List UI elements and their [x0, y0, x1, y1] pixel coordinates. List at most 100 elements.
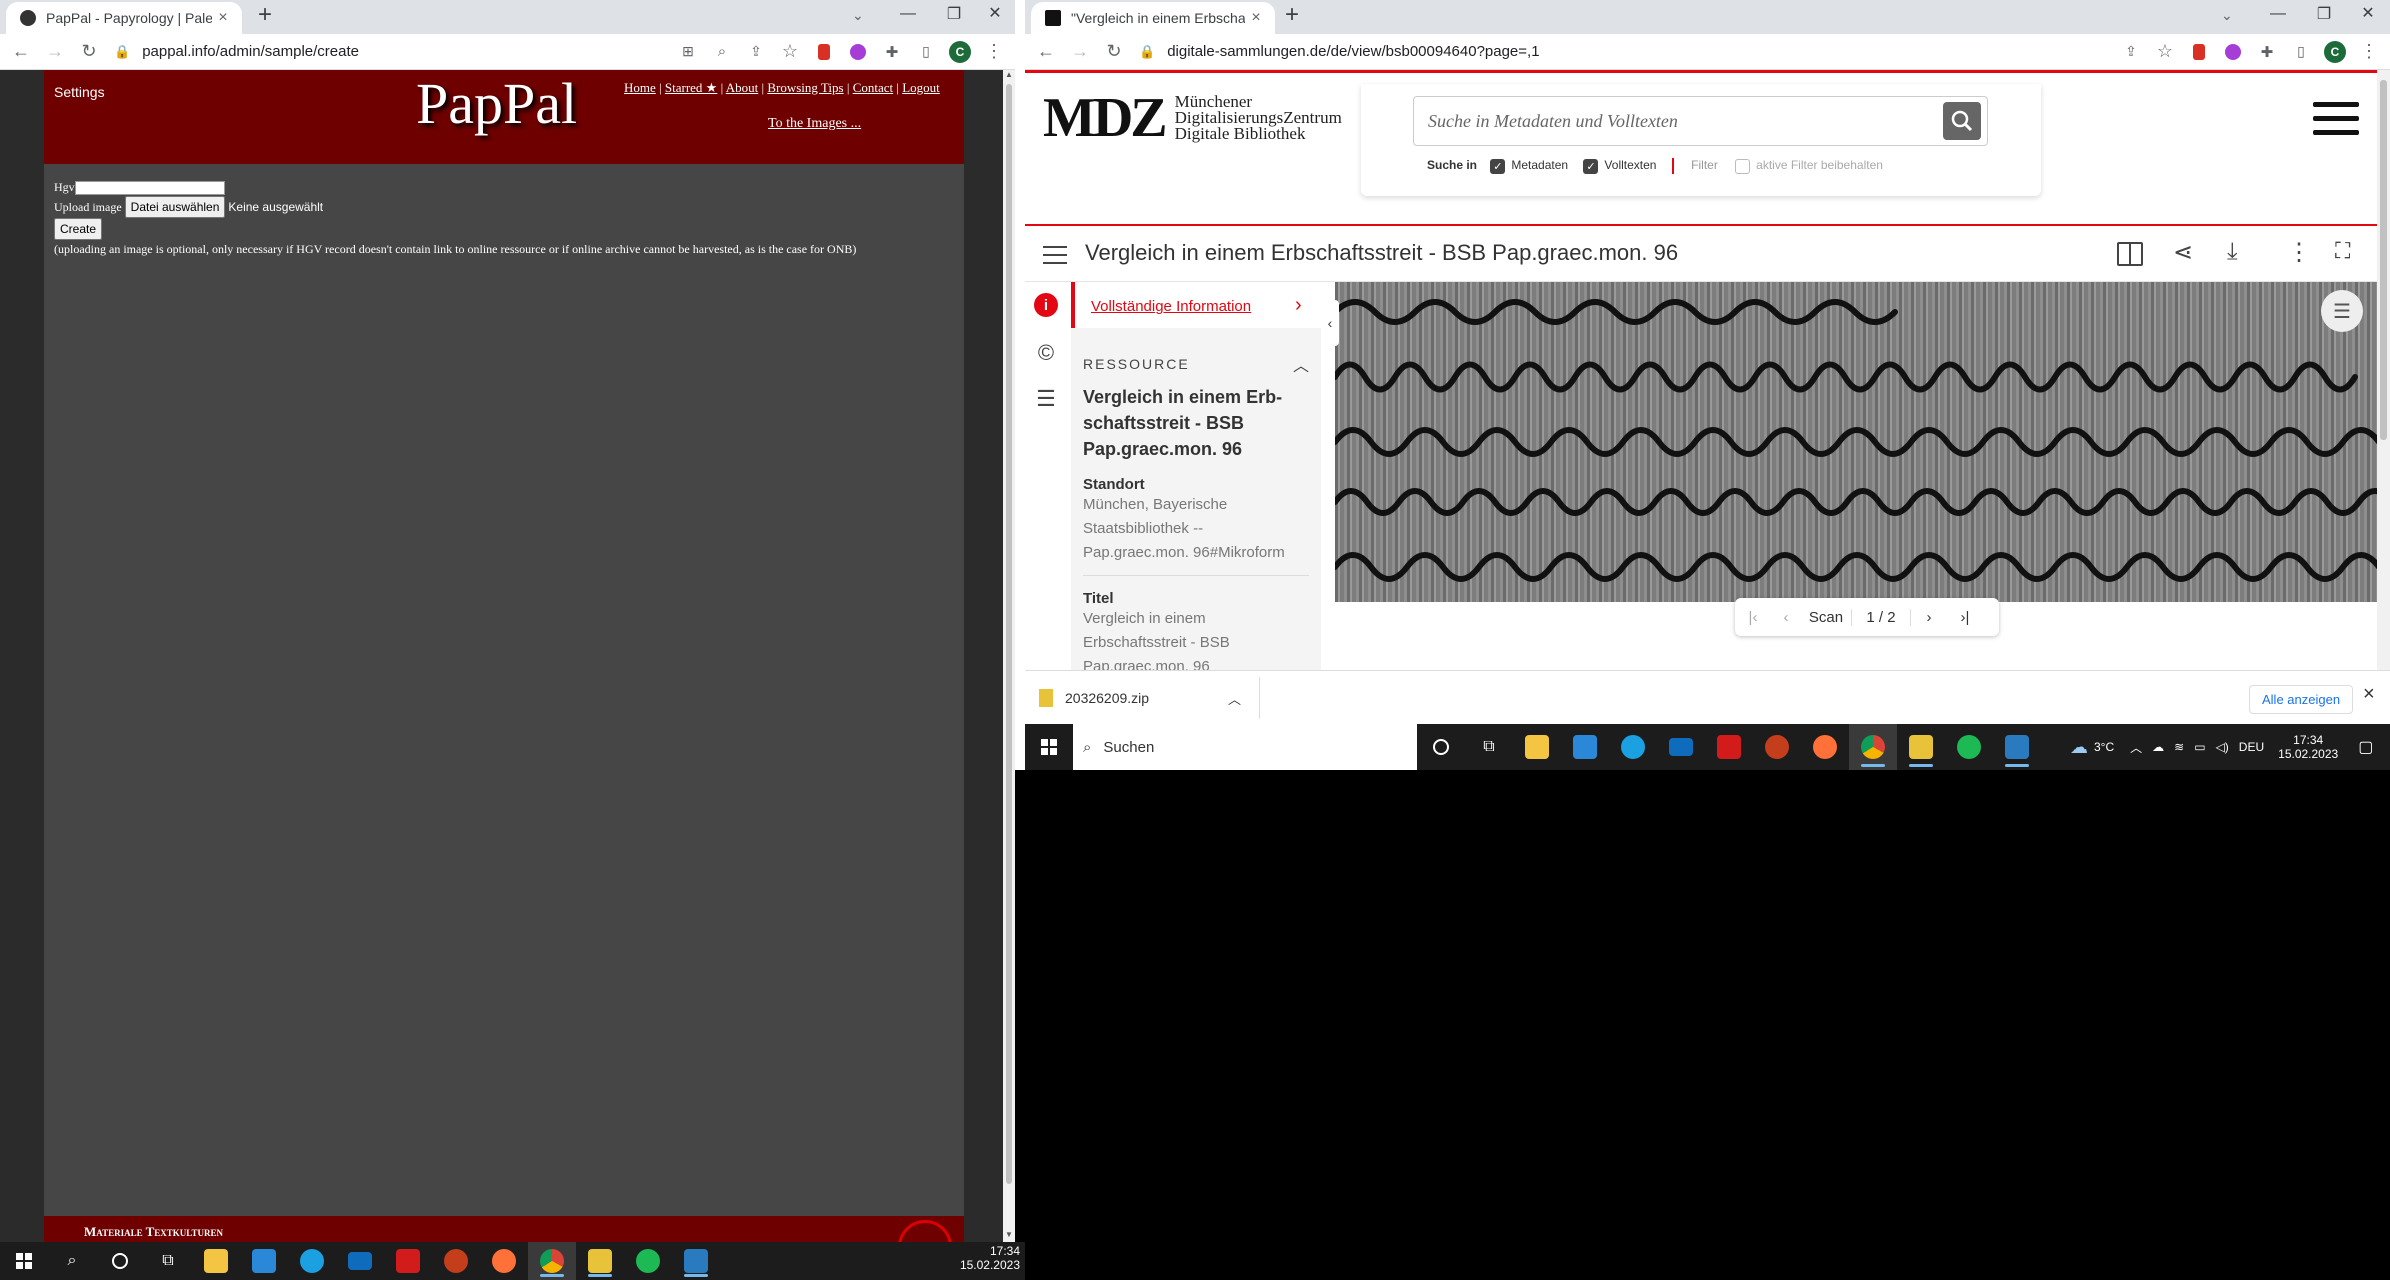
download-item[interactable]: 20326209.zip ︿ [1039, 683, 1241, 713]
chrome-icon[interactable] [1849, 724, 1897, 770]
powerpoint-icon[interactable] [432, 1242, 480, 1280]
reload-icon[interactable]: ↻ [1097, 35, 1131, 69]
toc-icon[interactable]: ☰ [1033, 386, 1059, 412]
menu-kebab-icon[interactable]: ⋮ [977, 35, 1011, 69]
start-windows-icon[interactable] [0, 1242, 48, 1280]
left-scrollbar-thumb-handle[interactable] [1006, 84, 1012, 1184]
tab-search-icon[interactable]: ⌄ [852, 7, 864, 24]
edge-icon[interactable] [1609, 724, 1657, 770]
forward-icon[interactable]: → [1063, 35, 1097, 69]
profile-avatar[interactable]: C [2318, 35, 2352, 69]
spotify-icon[interactable] [624, 1242, 672, 1280]
spotify-icon[interactable] [1945, 724, 1993, 770]
side-panel-icon[interactable]: ▯ [2284, 35, 2318, 69]
mdz-logo[interactable]: MDZ Münchener DigitalisierungsZentrum Di… [1043, 90, 1342, 146]
left-tab-pappal[interactable]: PapPal - Papyrology | Paleograph × [6, 2, 242, 34]
left-clock[interactable]: 17:34 15.02.2023 [960, 1244, 1020, 1272]
download-icon[interactable]: ⤓ [2227, 238, 2238, 266]
nav-about[interactable]: About [726, 80, 759, 95]
taskbar-search-box[interactable]: ⌕ Suchen [1073, 724, 1417, 770]
first-page-icon[interactable]: |‹ [1735, 609, 1771, 626]
full-info-link[interactable]: Vollständige Information [1091, 298, 1251, 315]
page-input[interactable]: 1 / 2 [1851, 608, 1911, 626]
profile-avatar[interactable]: C [943, 35, 977, 69]
mdz-search-input[interactable]: Suche in Metadaten und Volltexten [1414, 111, 1943, 132]
chevron-up-icon[interactable]: ︿ [1293, 352, 1309, 376]
right-scrollbar[interactable] [2377, 70, 2390, 670]
notes-icon[interactable] [1897, 724, 1945, 770]
address-bar[interactable]: 🔒 pappal.info/admin/sample/create [106, 35, 671, 69]
cortana-icon[interactable] [1417, 724, 1465, 770]
mail-icon[interactable] [336, 1242, 384, 1280]
pappal-logo[interactable]: PapPal [416, 70, 577, 137]
extension-purple-icon[interactable] [841, 35, 875, 69]
viewer-menu-icon[interactable] [1043, 246, 1067, 264]
close-tab-icon[interactable]: × [1245, 9, 1267, 27]
firefox-icon[interactable] [1801, 724, 1849, 770]
store-icon[interactable] [1561, 724, 1609, 770]
extensions-puzzle-icon[interactable]: ✚ [875, 35, 909, 69]
zoom-icon[interactable]: ⌕ [705, 35, 739, 69]
scroll-down-arrow-icon[interactable]: ▼ [1005, 1230, 1013, 1239]
file-choose-button[interactable]: Datei auswählen [124, 196, 226, 218]
restore-icon[interactable]: ❐ [931, 4, 977, 24]
store-icon[interactable] [240, 1242, 288, 1280]
task-view-icon[interactable]: ⧉ [144, 1242, 192, 1280]
battery-icon[interactable]: ▭ [2194, 740, 2205, 754]
extension-red-icon[interactable] [2182, 35, 2216, 69]
viewer-canvas[interactable]: ‹ ☰ |‹ ‹ Scan 1 / 2 › ›| [1321, 282, 2377, 670]
filter-label[interactable]: Filter [1691, 158, 1718, 172]
to-images-link[interactable]: To the Images ... [768, 116, 861, 132]
explorer-icon[interactable] [192, 1242, 240, 1280]
share-icon[interactable]: ⇪ [739, 35, 773, 69]
bookmark-star-icon[interactable]: ☆ [2148, 35, 2182, 69]
nav-starred[interactable]: Starred ★ [665, 80, 717, 95]
volume-icon[interactable]: ◁) [2216, 740, 2229, 754]
opt-meta-checkbox[interactable]: ✓ [1490, 158, 1506, 174]
download-options-icon[interactable]: ︿ [1228, 689, 1241, 708]
forward-icon[interactable]: → [38, 35, 72, 69]
bookmark-star-icon[interactable]: ☆ [773, 35, 807, 69]
chrome-icon[interactable] [528, 1242, 576, 1280]
extensions-puzzle-icon[interactable]: ✚ [2250, 35, 2284, 69]
info-icon[interactable]: i [1033, 292, 1059, 318]
layout-toggle-icon[interactable] [2117, 242, 2143, 266]
extension-purple-icon[interactable] [2216, 35, 2250, 69]
fullscreen-icon[interactable]: ⛶ [2335, 238, 2350, 264]
mdz-search-box[interactable]: Suche in Metadaten und Volltexten [1413, 96, 1988, 146]
collapse-panel-handle[interactable]: ‹ [1321, 300, 1339, 346]
more-options-icon[interactable]: ⋮ [2287, 238, 2311, 267]
keep-filters-checkbox[interactable] [1735, 158, 1751, 174]
papyrus-scan-image[interactable] [1335, 282, 2377, 602]
language-indicator[interactable]: DEU [2239, 740, 2264, 754]
hamburger-menu-icon[interactable] [2313, 102, 2359, 135]
share-icon[interactable]: ⋖ [2173, 238, 2193, 267]
new-tab-button[interactable]: + [1285, 1, 1299, 29]
close-download-bar-icon[interactable]: × [2363, 683, 2375, 706]
right-tab-mdz[interactable]: "Vergleich in einem Erbschaftsstr × [1031, 2, 1275, 34]
mdz-search-button[interactable] [1943, 102, 1981, 140]
close-window-icon[interactable]: ✕ [2345, 3, 2390, 23]
address-bar[interactable]: 🔒 digitale-sammlungen.de/de/view/bsb0009… [1131, 35, 2114, 69]
start-windows-icon[interactable] [1025, 724, 1073, 770]
image-adjust-button[interactable]: ☰ [2321, 290, 2363, 332]
back-icon[interactable]: ← [1029, 35, 1063, 69]
back-icon[interactable]: ← [4, 35, 38, 69]
clock[interactable]: 17:34 15.02.2023 [2278, 733, 2338, 761]
nav-browsing-tips[interactable]: Browsing Tips [767, 80, 843, 95]
tab-search-icon[interactable]: ⌄ [2221, 7, 2233, 24]
notes-icon[interactable] [576, 1242, 624, 1280]
firefox-icon[interactable] [480, 1242, 528, 1280]
nav-contact[interactable]: Contact [853, 80, 893, 95]
acrobat-icon[interactable] [384, 1242, 432, 1280]
task-view-icon[interactable]: ⧉ [1465, 724, 1513, 770]
acrobat-icon[interactable] [1705, 724, 1753, 770]
nav-logout[interactable]: Logout [902, 80, 940, 95]
minimize-icon[interactable]: — [885, 5, 931, 23]
explorer-icon[interactable] [1513, 724, 1561, 770]
side-panel-icon[interactable]: ▯ [909, 35, 943, 69]
next-page-icon[interactable]: › [1911, 609, 1947, 626]
settings-link[interactable]: Settings [54, 84, 105, 100]
right-scrollbar-thumb[interactable] [2380, 80, 2387, 440]
notifications-icon[interactable]: ▢ [2358, 737, 2373, 757]
